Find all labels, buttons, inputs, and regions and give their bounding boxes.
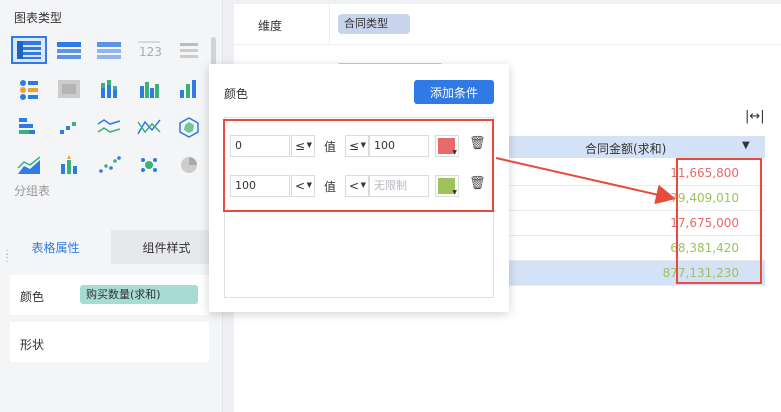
annotation-arrow [495, 157, 676, 205]
